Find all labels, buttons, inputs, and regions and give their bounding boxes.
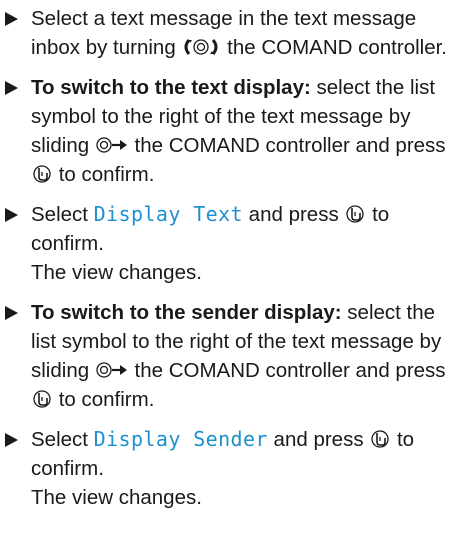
controller-slide-right-icon [96, 362, 127, 378]
controller-turn-icon [184, 39, 218, 55]
step-2-text-b: the COMAND controller and press [128, 134, 446, 157]
step-1: Select a text message in the text messag… [0, 4, 466, 62]
step-2: To switch to the text display: select th… [0, 73, 466, 189]
controller-press-icon [371, 430, 389, 448]
step-5-result: The view changes. [31, 486, 202, 509]
step-4: To switch to the sender display: select … [0, 298, 466, 414]
step-4-text-c: to confirm. [53, 388, 155, 411]
step-5-text-b: and press [267, 428, 370, 451]
menu-item-display-text: Display Text [93, 202, 243, 226]
controller-press-icon [33, 165, 51, 183]
step-3-result: The view changes. [31, 261, 202, 284]
bullet-arrow-icon [5, 433, 18, 447]
step-5-text-a: Select [31, 428, 94, 451]
step-4-heading: To switch to the sender display: [31, 301, 342, 324]
bullet-arrow-icon [5, 81, 18, 95]
step-1-text-b: the COMAND controller. [221, 36, 448, 59]
menu-item-display-sender: Display Sender [93, 427, 268, 451]
step-2-text-c: to confirm. [53, 163, 155, 186]
step-5: Select Display Sender and press to confi… [0, 425, 466, 512]
step-3: Select Display Text and press to confirm… [0, 200, 466, 287]
controller-press-icon [346, 205, 365, 223]
step-3-text-a: Select [31, 203, 94, 226]
bullet-arrow-icon [5, 12, 18, 26]
instruction-list: Select a text message in the text messag… [0, 0, 466, 538]
controller-press-icon [33, 390, 51, 408]
bullet-arrow-icon [5, 208, 18, 222]
controller-slide-right-icon [96, 137, 127, 153]
bullet-arrow-icon [5, 306, 18, 320]
step-3-text-b: and press [242, 203, 345, 226]
step-2-heading: To switch to the text display: [31, 76, 311, 99]
step-4-text-b: the COMAND controller and press [128, 359, 446, 382]
